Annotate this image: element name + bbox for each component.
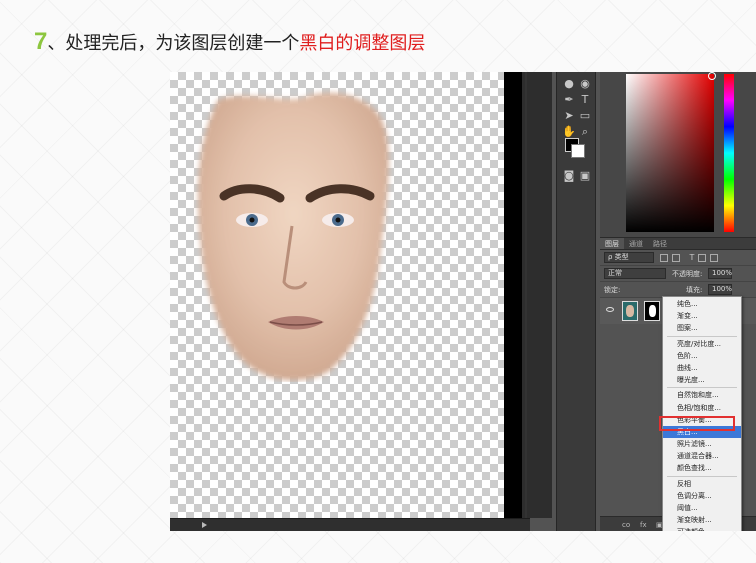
text-icon[interactable]: T [577, 92, 593, 108]
menu-item[interactable]: 亮度/对比度... [663, 338, 741, 350]
drop-icon[interactable]: ● [561, 76, 577, 92]
layer-filter-select[interactable]: ρ 类型 [604, 252, 654, 263]
fill-label: 填充: [686, 286, 703, 294]
fx-icon[interactable]: fx [640, 521, 647, 529]
color-picker-field[interactable] [626, 72, 716, 232]
menu-item[interactable]: 颜色查找... [663, 462, 741, 474]
menu-item[interactable]: 渐变映射... [663, 514, 741, 526]
menu-item[interactable]: 可选颜色... [663, 526, 741, 531]
layer-mask-thumbnail[interactable] [644, 301, 660, 321]
hue-slider[interactable] [724, 74, 734, 232]
face-image [198, 92, 389, 381]
step-heading: 7、处理完后，为该图层创建一个黑白的调整图层 [34, 28, 425, 56]
document-canvas[interactable] [170, 72, 504, 518]
layer-thumbnail [622, 301, 638, 321]
eye-icon[interactable] [606, 307, 614, 312]
step-text: 、处理完后，为该图层创建一个 [47, 33, 300, 54]
zoom-icon[interactable]: ⌕ [577, 124, 593, 140]
selection-highlight [659, 416, 735, 431]
tab-paths[interactable]: 路径 [648, 238, 672, 249]
filter-row: ρ 类型 T [600, 250, 756, 266]
lock-label: 锁定: [604, 286, 621, 294]
menu-item[interactable]: 纯色... [663, 298, 741, 310]
filter-shape-icon[interactable] [698, 254, 706, 262]
menu-item[interactable]: 图案... [663, 322, 741, 334]
toolbox: ● ◉ ✒ T ➤ ▭ ✋ ⌕ ◙ ▣ [556, 72, 596, 531]
screen-mode-icon[interactable]: ▣ [577, 168, 593, 184]
link-layers-icon[interactable]: co [622, 521, 630, 529]
photoshop-window: ● ◉ ✒ T ➤ ▭ ✋ ⌕ ◙ ▣ 图层 通道 路径 ρ 类型 T 正常 不… [170, 72, 756, 531]
adjustment-menu: 纯色... 渐变... 图案... 亮度/对比度... 色阶... 曲线... 曝光度...… [662, 296, 742, 531]
fill-input[interactable]: 100% [708, 284, 732, 295]
horizontal-scrollbar[interactable] [170, 518, 530, 531]
step-highlight: 黑白的调整图层 [299, 33, 426, 54]
menu-item[interactable]: 曝光度... [663, 374, 741, 386]
step-number: 7 [34, 28, 48, 55]
tab-layers[interactable]: 图层 [600, 238, 624, 249]
color-panel [600, 72, 756, 237]
shape-icon[interactable]: ▭ [577, 108, 593, 124]
blend-row: 正常 不透明度: 100% [600, 266, 756, 282]
canvas-edge [504, 72, 522, 518]
menu-item[interactable]: 色调分离... [663, 490, 741, 502]
menu-item[interactable]: 阈值... [663, 502, 741, 514]
menu-item[interactable]: 色相/饱和度... [663, 402, 741, 414]
menu-item[interactable]: 自然饱和度... [663, 389, 741, 401]
burn-icon[interactable]: ◉ [577, 76, 593, 92]
filter-adjust-icon[interactable] [672, 254, 680, 262]
menu-item[interactable]: 照片滤镜... [663, 438, 741, 450]
background-color-swatch[interactable] [571, 144, 585, 158]
menu-item[interactable]: 色阶... [663, 350, 741, 362]
menu-item[interactable]: 通道混合器... [663, 450, 741, 462]
panel-tabs: 图层 通道 路径 [600, 238, 756, 250]
filter-pixel-icon[interactable] [660, 254, 668, 262]
menu-item[interactable]: 渐变... [663, 310, 741, 322]
menu-separator [667, 387, 737, 389]
select-arrow-icon[interactable]: ➤ [561, 108, 577, 124]
tab-channels[interactable]: 通道 [624, 238, 648, 249]
menu-item[interactable]: 曲线... [663, 362, 741, 374]
filter-smart-icon[interactable] [710, 254, 718, 262]
play-icon[interactable] [202, 522, 207, 528]
menu-separator [667, 335, 737, 337]
menu-item[interactable]: 反相 [663, 478, 741, 490]
divider [525, 72, 527, 531]
blend-mode-select[interactable]: 正常 [604, 268, 666, 279]
menu-separator [667, 475, 737, 477]
opacity-input[interactable]: 100% [708, 268, 732, 279]
pen-icon[interactable]: ✒ [561, 92, 577, 108]
opacity-label: 不透明度: [672, 270, 703, 278]
quick-mask-icon[interactable]: ◙ [561, 168, 577, 184]
